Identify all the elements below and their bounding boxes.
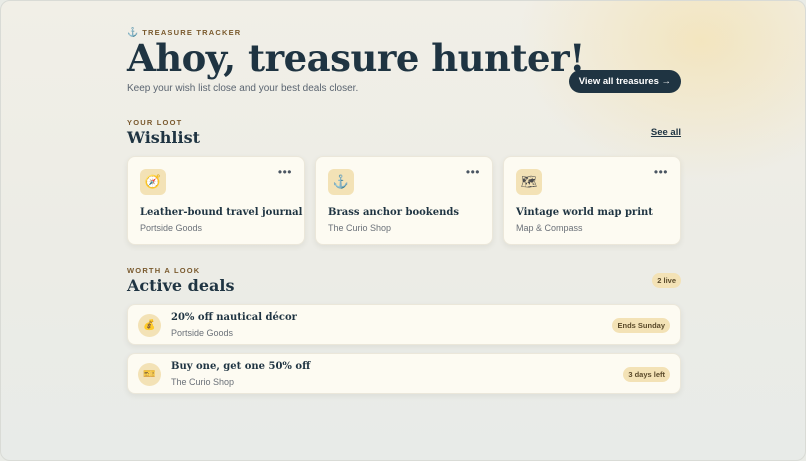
map-icon: 🗺 <box>516 169 542 195</box>
deals-title: Active deals <box>127 276 235 295</box>
wishlist-cards: 🧭 ••• Leather-bound travel journal Ports… <box>127 156 681 245</box>
compass-icon: 🧭 <box>140 169 166 195</box>
wishlist-card[interactable]: ⚓ ••• Brass anchor bookends The Curio Sh… <box>315 156 493 245</box>
see-all-link[interactable]: See all <box>651 127 681 138</box>
wishlist-card[interactable]: 🧭 ••• Leather-bound travel journal Ports… <box>127 156 305 245</box>
card-title: Brass anchor bookends <box>328 207 459 218</box>
more-options-icon[interactable]: ••• <box>278 166 292 178</box>
deal-status-badge: 3 days left <box>623 367 670 382</box>
deal-row[interactable]: 🎫 Buy one, get one 50% off The Curio Sho… <box>127 353 681 394</box>
card-title: Vintage world map print <box>516 207 653 218</box>
card-shop: Portside Goods <box>140 223 203 233</box>
ticket-icon: 🎫 <box>138 363 161 386</box>
more-options-icon[interactable]: ••• <box>466 166 480 178</box>
card-shop: The Curio Shop <box>328 223 392 233</box>
deal-row[interactable]: 💰 20% off nautical décor Portside Goods … <box>127 304 681 345</box>
app-window: ⚓ TREASURE TRACKER Ahoy, treasure hunter… <box>0 0 806 461</box>
deals-eyebrow: WORTH A LOOK <box>127 266 201 275</box>
view-all-treasures-button[interactable]: View all treasures → <box>568 70 681 93</box>
card-title: Leather-bound travel journal <box>140 207 303 218</box>
card-shop: Map & Compass <box>516 223 583 233</box>
page-subtitle: Keep your wish list close and your best … <box>127 83 359 94</box>
anchor-icon: ⚓ <box>328 169 354 195</box>
deal-shop: Portside Goods <box>171 328 234 338</box>
more-options-icon[interactable]: ••• <box>654 166 668 178</box>
live-count-badge: 2 live <box>652 273 681 288</box>
deal-status-badge: Ends Sunday <box>612 318 670 333</box>
wishlist-eyebrow: YOUR LOOT <box>127 118 183 127</box>
money-bag-icon: 💰 <box>138 314 161 337</box>
deal-shop: The Curio Shop <box>171 377 235 387</box>
deal-title: Buy one, get one 50% off <box>171 361 311 372</box>
page-title: Ahoy, treasure hunter! <box>127 36 585 80</box>
deal-title: 20% off nautical décor <box>171 312 297 323</box>
wishlist-title: Wishlist <box>127 128 200 147</box>
wishlist-card[interactable]: 🗺 ••• Vintage world map print Map & Comp… <box>503 156 681 245</box>
